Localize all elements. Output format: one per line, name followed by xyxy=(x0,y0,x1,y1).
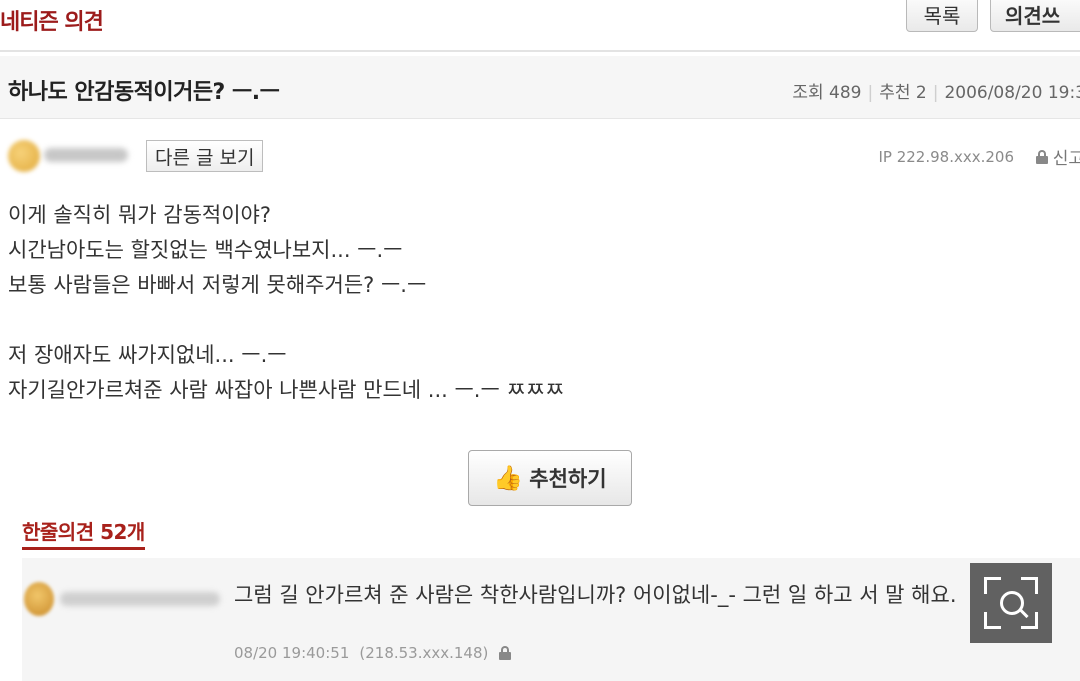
post-date: 2006/08/20 19:3 xyxy=(944,83,1080,103)
body-line: 보통 사람들은 바빠서 저렇게 못해주거든? ㅡ.ㅡ xyxy=(8,273,427,297)
recommends-count: 2 xyxy=(915,83,927,103)
frame-corner xyxy=(984,577,1001,594)
post-body: 이게 솔직히 뭐가 감동적이야? 시간남아도는 할짓없는 백수였나보지... ㅡ… xyxy=(8,198,564,408)
author-row: 다른 글 보기 IP 222.98.xxx.206 신고 xyxy=(0,130,1080,180)
section-title: 네티즌 의견 xyxy=(0,10,104,35)
lock-icon xyxy=(1035,149,1049,164)
body-line: 이게 솔직히 뭐가 감동적이야? xyxy=(8,203,272,227)
lock-icon[interactable] xyxy=(498,646,512,660)
author-ip: IP 222.98.xxx.206 xyxy=(878,148,1014,166)
zoom-search-icon xyxy=(1000,591,1024,615)
comments-title[interactable]: 한줄의견 52개 xyxy=(22,516,145,550)
avatar[interactable] xyxy=(24,582,54,616)
frame-corner xyxy=(1021,577,1038,594)
meta-divider: | xyxy=(867,83,874,103)
comment-ip: (218.53.xxx.148) xyxy=(359,644,489,662)
list-button[interactable]: 목록 xyxy=(906,0,978,32)
report-label: 신고 xyxy=(1052,149,1080,169)
recommend-label: 추천하기 xyxy=(529,467,607,491)
author-name-blurred[interactable] xyxy=(44,148,128,162)
views-label: 조회 xyxy=(792,83,824,103)
frame-corner xyxy=(984,612,1001,629)
body-line: 자기길안가르쳐준 사람 싸잡아 나쁜사람 만드네 ... ㅡ.ㅡ ㅉㅉㅉ xyxy=(8,378,565,402)
post-meta: 조회 489 | 추천 2 | 2006/08/20 19:3 xyxy=(792,78,1080,103)
thumbs-up-icon: 👍 xyxy=(493,464,524,492)
meta-divider: | xyxy=(932,83,939,103)
comment-datetime: 08/20 19:40:51 xyxy=(234,644,350,662)
top-bar: 네티즌 의견 목록 의견쓰 xyxy=(0,0,1080,52)
zoom-search-button[interactable] xyxy=(970,563,1052,643)
recommends-label: 추천 xyxy=(879,83,911,103)
post-header: 하나도 안감동적이거든? ㅡ.ㅡ 조회 489 | 추천 2 | 2006/08/20 … xyxy=(0,56,1080,119)
avatar[interactable] xyxy=(8,140,40,172)
body-line xyxy=(8,303,564,338)
post-title: 하나도 안감동적이거든? ㅡ.ㅡ xyxy=(8,80,280,105)
report-button[interactable]: 신고 xyxy=(1035,144,1080,169)
comment-item: 그럼 길 안가르쳐 준 사람은 착한사람입니까? 어이없네-_- 그런 일 하고… xyxy=(22,558,1080,681)
write-opinion-button[interactable]: 의견쓰 xyxy=(990,0,1080,32)
comment-text: 그럼 길 안가르쳐 준 사람은 착한사람입니까? 어이없네-_- 그런 일 하고… xyxy=(234,583,957,607)
views-count: 489 xyxy=(829,83,862,103)
body-line: 시간남아도는 할짓없는 백수였나보지... ㅡ.ㅡ xyxy=(8,238,403,262)
comment-meta: 08/20 19:40:51 (218.53.xxx.148) xyxy=(234,644,512,662)
other-posts-button[interactable]: 다른 글 보기 xyxy=(146,140,264,172)
recommend-button[interactable]: 👍 추천하기 xyxy=(468,450,632,506)
comment-author-blurred[interactable] xyxy=(60,592,220,606)
body-line: 저 장애자도 싸가지없네... ㅡ.ㅡ xyxy=(8,343,287,367)
